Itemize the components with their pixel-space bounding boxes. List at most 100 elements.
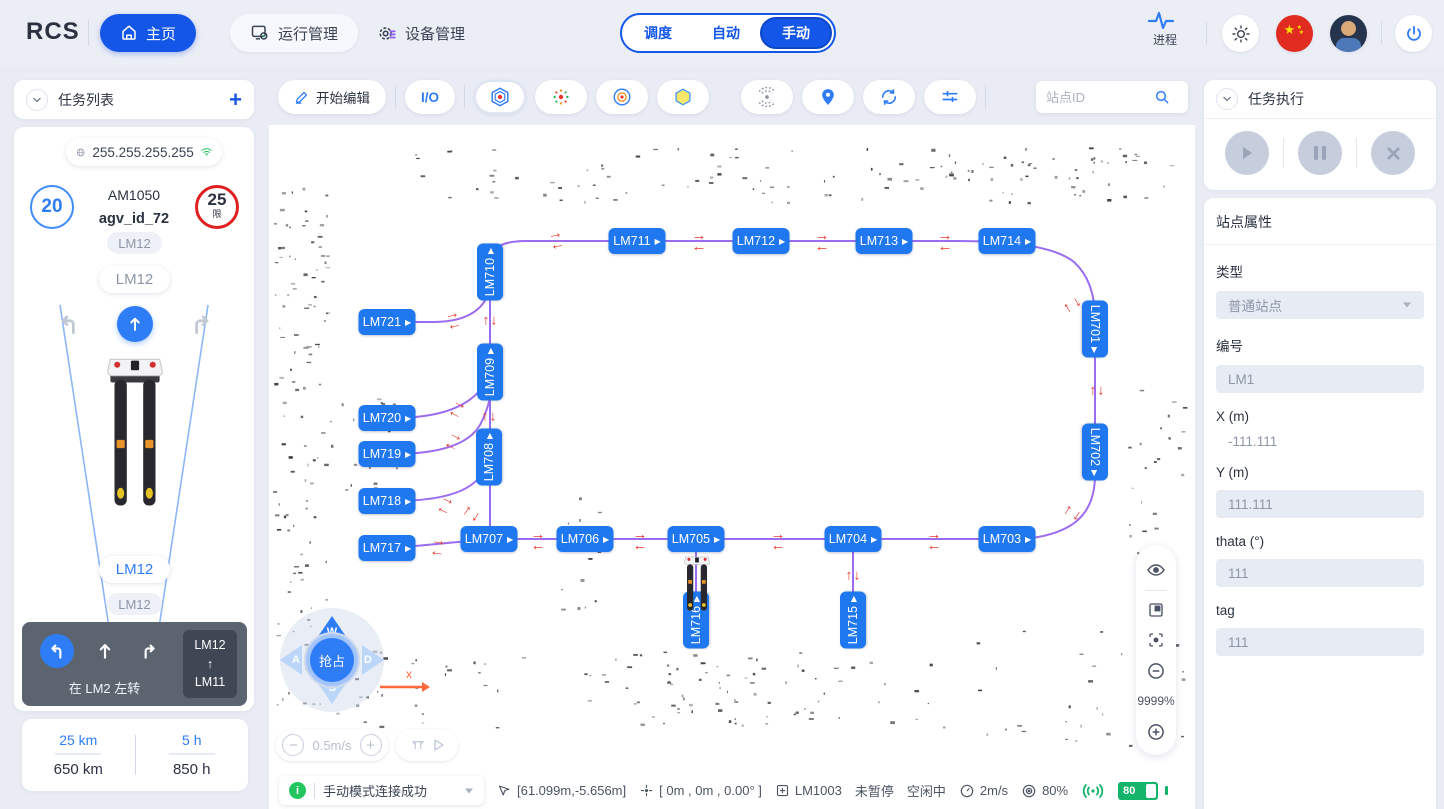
mode-toggle: 调度 自动 手动 (620, 13, 836, 53)
nav-home[interactable]: 主页 (100, 14, 196, 52)
gear-list-icon (376, 23, 397, 44)
type-select[interactable]: 普通站点 (1216, 291, 1424, 319)
collapse-task-list-button[interactable] (26, 89, 48, 111)
process-label: 进程 (1153, 33, 1177, 47)
station-LM719[interactable]: LM719▶ (359, 441, 416, 467)
station-LM706[interactable]: LM706▶ (557, 526, 614, 552)
station-layer: LM711▶ LM712▶ LM713▶ LM714▶ LM710▶ LM721▶ LM70… (268, 67, 1196, 809)
station-LM720[interactable]: LM720▶ (359, 405, 416, 431)
code-input[interactable]: LM1 (1216, 365, 1424, 393)
station-LM721[interactable]: LM721▶ (359, 309, 416, 335)
station-LM710[interactable]: LM710▶ (477, 244, 503, 301)
station-LM709[interactable]: LM709▶ (477, 344, 503, 401)
idle-state: 空闲中 (907, 781, 946, 800)
path-direction-arrows: →← (692, 230, 707, 252)
speed-decrease-button[interactable]: − (282, 734, 304, 756)
speed-increase-button[interactable]: + (360, 734, 382, 756)
minimap-button[interactable] (1136, 594, 1176, 625)
center-focus-button[interactable] (1136, 625, 1176, 656)
station-LM708[interactable]: LM708▶ (476, 429, 502, 486)
go-straight-icon[interactable] (117, 306, 153, 342)
locate-pin-button[interactable] (802, 80, 854, 114)
path-direction-arrows: →← (460, 503, 487, 528)
task-exec-title: 任务执行 (1248, 89, 1304, 109)
add-task-button[interactable]: + (229, 87, 242, 113)
station-LM712[interactable]: LM712▶ (733, 228, 790, 254)
clear-run-control (396, 729, 458, 761)
manual-speed-control: − 0.5m/s + (276, 729, 388, 761)
layer-target-button[interactable] (596, 80, 648, 114)
connection-message-box[interactable]: i 手动模式连接成功 (279, 776, 484, 805)
search-icon[interactable] (1154, 89, 1170, 105)
io-button[interactable]: I/O (405, 80, 455, 114)
power-button[interactable] (1395, 15, 1432, 52)
relocate-button[interactable] (741, 80, 793, 114)
station-LM701[interactable]: LM701▶ (1082, 301, 1108, 358)
task-play-button[interactable] (1225, 131, 1269, 175)
zoom-in-button[interactable] (1136, 716, 1176, 747)
chevron-down-icon (1402, 301, 1412, 309)
task-pause-button[interactable] (1298, 131, 1342, 175)
station-LM707[interactable]: LM707▶ (461, 526, 518, 552)
preempt-button[interactable]: 抢占 (306, 634, 358, 686)
station-LM713[interactable]: LM713▶ (856, 228, 913, 254)
chevron-down-icon[interactable] (464, 787, 474, 795)
mode-auto[interactable]: 自动 (692, 17, 760, 49)
station-LM714[interactable]: LM714▶ (979, 228, 1036, 254)
layer-zone-button[interactable] (657, 80, 709, 114)
path-direction-arrows: →← (1061, 502, 1088, 526)
station-LM703[interactable]: LM703▶ (979, 526, 1036, 552)
station-LM705[interactable]: LM705▶ (668, 526, 725, 552)
nav-device-mgmt[interactable]: 设备管理 (356, 14, 485, 52)
turn-right-small-icon[interactable] (132, 634, 166, 668)
refresh-button[interactable] (863, 80, 915, 114)
forklift-image (94, 349, 176, 539)
map-toolbar: 开始编辑 I/O (278, 79, 1188, 115)
joystick-key-a[interactable]: A (280, 645, 302, 675)
y-input[interactable]: 111.111 (1216, 490, 1424, 518)
turn-right-icon[interactable] (188, 311, 214, 337)
station-LM704[interactable]: LM704▶ (825, 526, 882, 552)
station-search-input[interactable] (1046, 90, 1146, 105)
straight-icon[interactable] (88, 634, 122, 668)
station-LM715[interactable]: LM715▶ (840, 592, 866, 649)
code-label: 编号 (1216, 335, 1424, 355)
nav-home-label: 主页 (146, 23, 176, 44)
path-direction-arrows: →← (531, 529, 546, 551)
agv-forklift-marker[interactable] (678, 555, 716, 615)
run-play-icon[interactable] (434, 739, 444, 751)
station-LM702[interactable]: LM702▶ (1082, 424, 1108, 481)
x-value: -111.111 (1204, 434, 1436, 449)
divider (88, 20, 89, 46)
path-direction-arrows: ↑↓ (1090, 385, 1105, 396)
turn-left-icon[interactable] (56, 311, 82, 337)
crosshair-icon (639, 783, 654, 798)
mode-manual[interactable]: 手动 (760, 17, 832, 49)
tag-input[interactable]: 111 (1216, 628, 1424, 656)
language-flag-button[interactable]: ★★★ (1276, 15, 1313, 52)
zoom-out-button[interactable] (1136, 655, 1176, 686)
mode-dispatch[interactable]: 调度 (624, 17, 692, 49)
turn-left-active-icon[interactable] (40, 634, 74, 668)
filter-settings-button[interactable] (924, 80, 976, 114)
nav-run-mgmt[interactable]: 运行管理 (230, 14, 358, 52)
layer-points-button[interactable] (535, 80, 587, 114)
task-cancel-button[interactable] (1371, 131, 1415, 175)
charging-dock-icon[interactable] (410, 737, 426, 753)
theta-input[interactable]: 111 (1216, 559, 1424, 587)
visibility-button[interactable] (1136, 555, 1176, 586)
divider (1381, 22, 1382, 44)
station-LM718[interactable]: LM718▶ (359, 488, 416, 514)
layer-stations-button[interactable] (474, 80, 526, 114)
station-LM717[interactable]: LM717▶ (359, 535, 416, 561)
path-direction-arrows: →← (443, 307, 462, 332)
station-LM711[interactable]: LM711▶ (609, 228, 666, 254)
start-edit-button[interactable]: 开始编辑 (278, 80, 386, 114)
process-button[interactable]: 进程 (1146, 9, 1184, 48)
theme-button[interactable] (1222, 15, 1259, 52)
joystick-key-d[interactable]: D (362, 645, 384, 675)
radar-icon (756, 86, 778, 108)
user-avatar[interactable] (1330, 15, 1367, 52)
collapse-task-exec-button[interactable] (1216, 88, 1238, 110)
pulse-icon (1146, 9, 1176, 31)
